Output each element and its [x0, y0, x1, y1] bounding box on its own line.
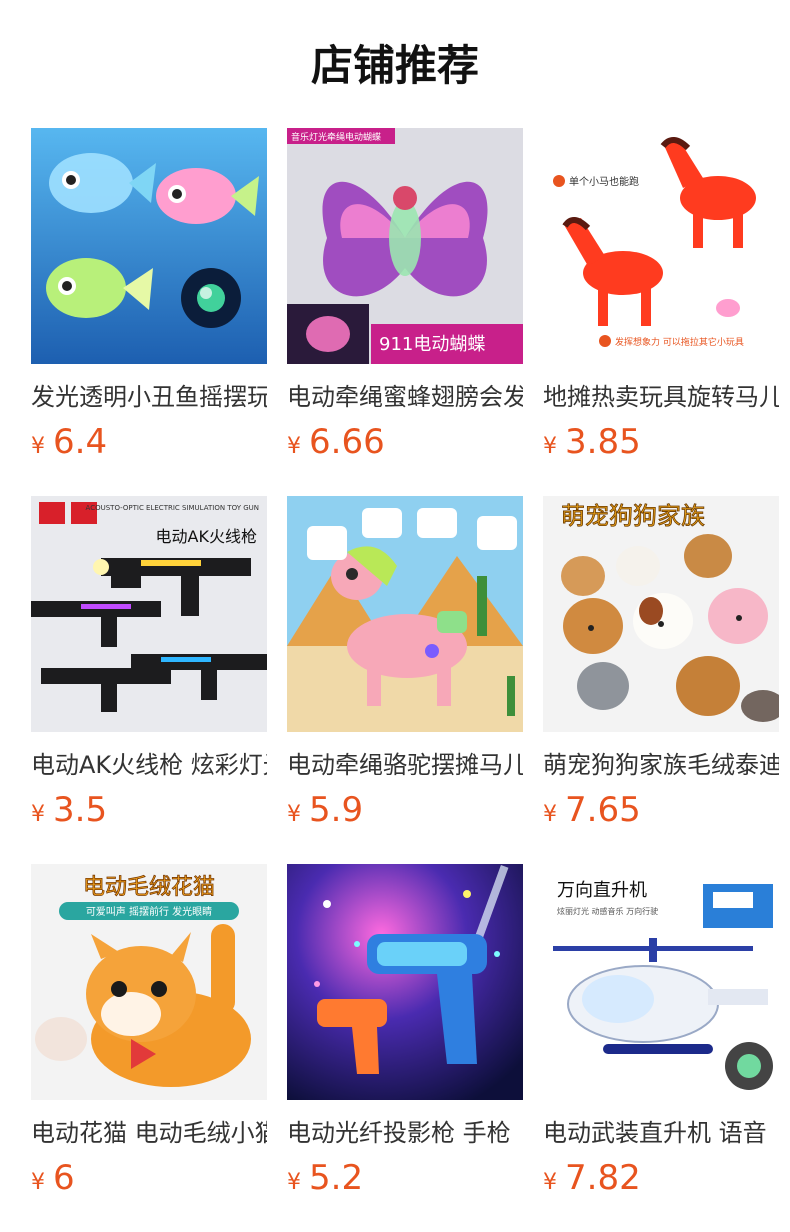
price-row: ¥ 3.85: [543, 422, 779, 466]
product-card[interactable]: 电动毛绒花猫 可爱叫声 摇摆前行 发光眼睛 电动花猫 电动毛绒小猫 ¥ 6: [31, 864, 267, 1212]
product-card[interactable]: 万向直升机 炫丽灯光 动感音乐 万向行驶 电动武装直升机 语音 ¥ 7.82: [543, 864, 779, 1212]
product-price: 3.5: [53, 790, 108, 830]
product-name[interactable]: 电动花猫 电动毛绒小猫: [31, 1116, 267, 1150]
product-price: 6.66: [309, 422, 385, 462]
product-name[interactable]: 地摊热卖玩具旋转马儿: [543, 380, 779, 414]
product-image[interactable]: ACOUSTO-OPTIC ELECTRIC SIMULATION TOY GU…: [31, 496, 267, 732]
currency-symbol: ¥: [287, 434, 301, 459]
currency-symbol: ¥: [543, 802, 557, 827]
product-price: 7.65: [565, 790, 641, 830]
section-title: 店铺推荐: [310, 41, 479, 90]
image-subcaption: 可爱叫声 摇摆前行 发光眼睛: [86, 905, 212, 918]
plush-dogs-image: 萌宠狗狗家族: [543, 496, 779, 732]
image-caption: 电动AK火线枪: [156, 527, 257, 546]
product-card[interactable]: 发光透明小丑鱼摇摆玩具 ¥ 6.4: [31, 128, 267, 476]
price-row: ¥ 7.65: [543, 790, 779, 834]
projection-gun-image: [287, 864, 523, 1100]
currency-symbol: ¥: [31, 1170, 45, 1195]
product-card[interactable]: 音乐灯光牵绳电动蝴蝶 911电动蝴蝶 电动牵绳蜜蜂翅膀会发光 ¥ 6.66: [287, 128, 523, 476]
product-price: 7.82: [565, 1158, 641, 1198]
product-grid: 发光透明小丑鱼摇摆玩具 ¥ 6.4 音乐灯光牵绳电动蝴蝶 911电动蝴蝶: [31, 128, 779, 1212]
image-tag: 单个小马也能跑: [569, 175, 639, 188]
currency-symbol: ¥: [287, 802, 301, 827]
product-price: 5.9: [309, 790, 364, 830]
product-name[interactable]: 电动AK火线枪 炫彩灯光: [31, 748, 267, 782]
product-image[interactable]: 单个小马也能跑 发挥想象力 可以拖拉其它小玩具: [543, 128, 779, 364]
image-header: ACOUSTO-OPTIC ELECTRIC SIMULATION TOY GU…: [86, 504, 259, 512]
helicopter-toy-image: 万向直升机 炫丽灯光 动感音乐 万向行驶: [543, 864, 779, 1100]
product-card[interactable]: 电动牵绳骆驼摆摊马儿 ¥ 5.9: [287, 496, 523, 844]
image-subcaption: 炫丽灯光 动感音乐 万向行驶: [557, 906, 658, 916]
product-card[interactable]: 电动光纤投影枪 手枪 ¥ 5.2: [287, 864, 523, 1212]
currency-symbol: ¥: [31, 434, 45, 459]
product-name[interactable]: 萌宠狗狗家族毛绒泰迪: [543, 748, 779, 782]
price-row: ¥ 6.66: [287, 422, 523, 466]
plush-cat-image: 电动毛绒花猫 可爱叫声 摇摆前行 发光眼睛: [31, 864, 267, 1100]
product-image[interactable]: 万向直升机 炫丽灯光 动感音乐 万向行驶: [543, 864, 779, 1100]
image-caption: 萌宠狗狗家族: [561, 502, 705, 530]
price-row: ¥ 6.4: [31, 422, 267, 466]
product-name[interactable]: 电动牵绳蜜蜂翅膀会发光: [287, 380, 523, 414]
image-caption: 911电动蝴蝶: [379, 334, 485, 355]
price-row: ¥ 7.82: [543, 1158, 779, 1202]
price-row: ¥ 5.2: [287, 1158, 523, 1202]
product-card[interactable]: 萌宠狗狗家族 萌宠狗狗家族毛绒泰迪 ¥ 7.65: [543, 496, 779, 844]
toy-gun-image: ACOUSTO-OPTIC ELECTRIC SIMULATION TOY GU…: [31, 496, 267, 732]
image-tag: 发挥想象力 可以拖拉其它小玩具: [615, 336, 744, 348]
product-name[interactable]: 电动武装直升机 语音: [543, 1116, 779, 1150]
product-name[interactable]: 电动牵绳骆驼摆摊马儿: [287, 748, 523, 782]
product-image[interactable]: 电动毛绒花猫 可爱叫声 摇摆前行 发光眼睛: [31, 864, 267, 1100]
image-caption: 电动毛绒花猫: [83, 875, 215, 900]
price-row: ¥ 3.5: [31, 790, 267, 834]
product-image[interactable]: [287, 864, 523, 1100]
product-image[interactable]: 萌宠狗狗家族: [543, 496, 779, 732]
price-row: ¥ 5.9: [287, 790, 523, 834]
currency-symbol: ¥: [31, 802, 45, 827]
product-image[interactable]: [31, 128, 267, 364]
horse-toy-image: 单个小马也能跑 发挥想象力 可以拖拉其它小玩具: [543, 128, 779, 364]
product-card[interactable]: ACOUSTO-OPTIC ELECTRIC SIMULATION TOY GU…: [31, 496, 267, 844]
price-row: ¥ 6: [31, 1158, 267, 1202]
image-caption: 万向直升机: [557, 880, 647, 901]
product-image[interactable]: 音乐灯光牵绳电动蝴蝶 911电动蝴蝶: [287, 128, 523, 364]
product-image[interactable]: [287, 496, 523, 732]
currency-symbol: ¥: [543, 1170, 557, 1195]
product-card[interactable]: 单个小马也能跑 发挥想象力 可以拖拉其它小玩具 地摊热卖玩具旋转马儿 ¥ 3.8…: [543, 128, 779, 476]
image-badge-text: 音乐灯光牵绳电动蝴蝶: [291, 131, 381, 143]
product-price: 6.4: [53, 422, 108, 462]
product-price: 6: [53, 1158, 75, 1198]
butterfly-toy-image: 音乐灯光牵绳电动蝴蝶 911电动蝴蝶: [287, 128, 523, 364]
product-price: 3.85: [565, 422, 641, 462]
product-price: 5.2: [309, 1158, 364, 1198]
currency-symbol: ¥: [287, 1170, 301, 1195]
product-name[interactable]: 电动光纤投影枪 手枪: [287, 1116, 523, 1150]
clownfish-toy-image: [31, 128, 267, 364]
product-name[interactable]: 发光透明小丑鱼摇摆玩具: [31, 380, 267, 414]
camel-toy-image: [287, 496, 523, 732]
currency-symbol: ¥: [543, 434, 557, 459]
